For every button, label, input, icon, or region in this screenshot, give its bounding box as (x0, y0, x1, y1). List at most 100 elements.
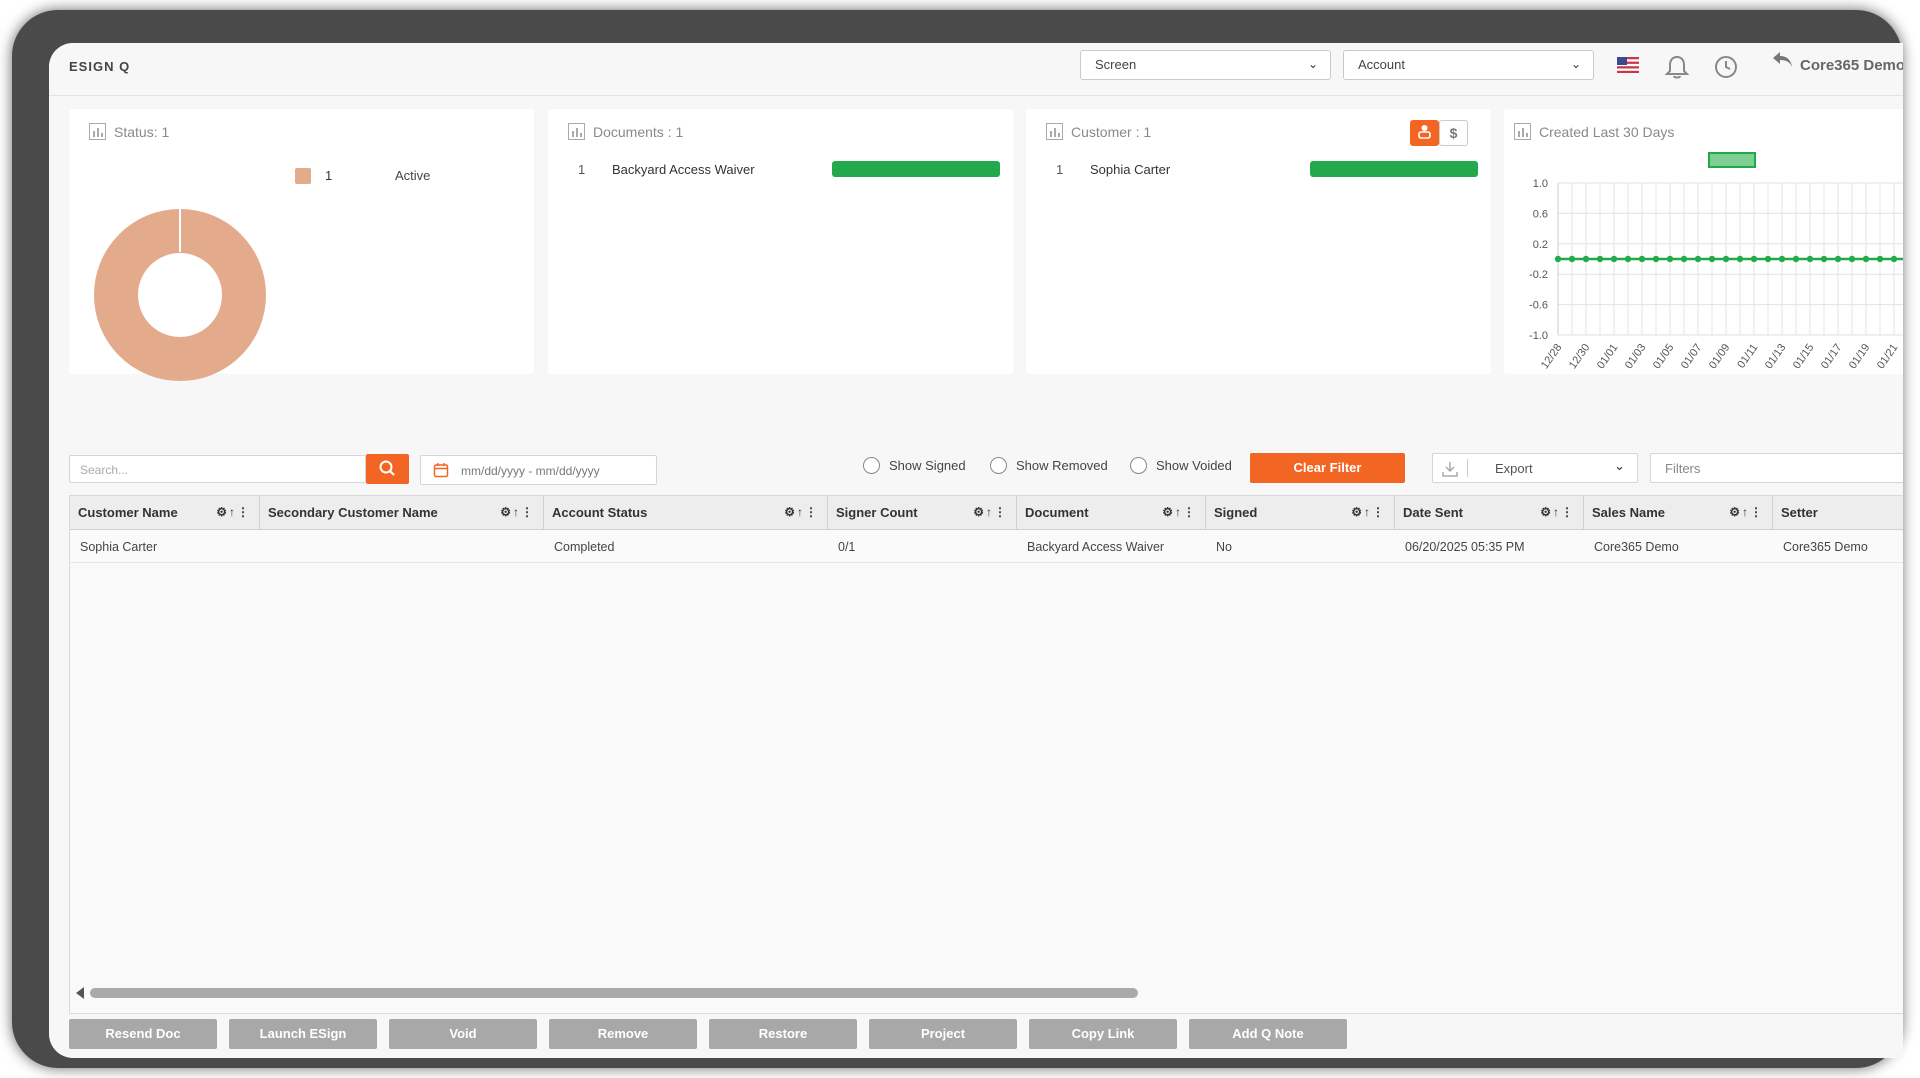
cell-document: Backyard Access Waiver (1027, 540, 1165, 554)
x-tick-label: 01/01 (1595, 342, 1621, 371)
customer-list-item[interactable]: 1 Sophia Carter (1056, 161, 1486, 177)
series-point (1750, 255, 1758, 263)
data-grid: Customer Name ⚙↑⋮ Secondary Customer Name… (69, 495, 1903, 1014)
documents-item-label: Backyard Access Waiver (612, 161, 755, 177)
column-header-customer-name[interactable]: Customer Name ⚙↑⋮ (70, 496, 260, 530)
column-header-setter[interactable]: Setter⚙↑ (1773, 496, 1903, 530)
cell-customer-name: Sophia Carter (80, 540, 158, 554)
donut-chart (94, 209, 266, 381)
bar-chart-icon (89, 123, 106, 140)
customer-card-title-text: Customer : 1 (1071, 123, 1152, 140)
show-voided-radio[interactable]: Show Voided (1130, 457, 1232, 474)
documents-item-number: 1 (578, 161, 586, 177)
customer-item-number: 1 (1056, 161, 1064, 177)
series-point (1862, 255, 1870, 263)
column-header-secondary-customer-name[interactable]: Secondary Customer Name ⚙↑⋮ (260, 496, 544, 530)
user-name[interactable]: Core365 Demo (1800, 57, 1903, 74)
table-row[interactable]: Sophia Carter Completed 0/1 Backyard Acc… (70, 530, 1903, 563)
search-button[interactable] (366, 454, 409, 484)
cell-sales-name: Core365 Demo (1594, 540, 1679, 554)
clear-filter-button[interactable]: Clear Filter (1250, 453, 1405, 483)
calendar-icon (433, 463, 449, 478)
column-header-signer-count[interactable]: Signer Count ⚙↑⋮ (828, 496, 1017, 530)
column-menu-icons[interactable]: ⚙↑⋮ (1351, 505, 1386, 519)
radio-circle (1130, 457, 1147, 474)
customer-item-bar (1310, 161, 1478, 177)
series-point (1820, 255, 1828, 263)
column-header-label: Customer Name (78, 505, 178, 520)
add-q-note-button[interactable]: Add Q Note (1189, 1019, 1347, 1049)
bell-icon[interactable] (1663, 53, 1691, 81)
column-menu-icons[interactable]: ⚙↑⋮ (973, 505, 1008, 519)
filters-select[interactable]: Filters (1650, 453, 1903, 483)
documents-card-title: Documents : 1 (568, 123, 683, 140)
export-select[interactable]: Export ⌄ (1432, 453, 1638, 483)
search-placeholder: Search... (80, 463, 129, 477)
x-tick-label: 12/28 (1539, 342, 1565, 371)
project-button[interactable]: Project (869, 1019, 1017, 1049)
void-button[interactable]: Void (389, 1019, 537, 1049)
bar-chart-icon (568, 123, 585, 140)
account-select[interactable]: Account ⌄ (1343, 50, 1594, 80)
column-header-label: Setter (1781, 505, 1818, 520)
documents-card-title-text: Documents : 1 (593, 123, 684, 140)
series-point (1806, 255, 1814, 263)
x-tick-label: 01/17 (1819, 342, 1845, 371)
y-tick-label: -0.2 (1529, 269, 1548, 281)
series-point (1890, 255, 1898, 263)
us-flag-icon[interactable] (1617, 57, 1639, 73)
column-header-label: Secondary Customer Name (268, 505, 438, 520)
show-removed-label: Show Removed (1016, 458, 1108, 473)
search-input[interactable]: Search... (69, 455, 366, 483)
cell-setter: Core365 Demo (1783, 540, 1868, 554)
column-header-label: Signed (1214, 505, 1258, 520)
column-header-account-status[interactable]: Account Status ⚙↑⋮ (544, 496, 828, 530)
column-header-label: Date Sent (1403, 505, 1463, 520)
back-arrow-icon[interactable] (1770, 49, 1794, 71)
column-header-label: Signer Count (836, 505, 918, 520)
amount-toggle-button[interactable]: $ (1439, 120, 1468, 146)
column-header-document[interactable]: Document ⚙↑⋮ (1017, 496, 1206, 530)
column-menu-icons[interactable]: ⚙↑⋮ (1729, 505, 1764, 519)
column-header-date-sent[interactable]: Date Sent ⚙↑⋮ (1395, 496, 1584, 530)
remove-button[interactable]: Remove (549, 1019, 697, 1049)
column-menu-icons[interactable]: ⚙↑⋮ (216, 505, 251, 519)
copy-link-button[interactable]: Copy Link (1029, 1019, 1177, 1049)
bar-chart-icon (1514, 123, 1531, 140)
x-tick-label: 01/13 (1763, 342, 1789, 371)
restore-button[interactable]: Restore (709, 1019, 857, 1049)
column-menu-icons[interactable]: ⚙↑⋮ (1162, 505, 1197, 519)
launch-esign-button[interactable]: Launch ESign (229, 1019, 377, 1049)
count-toggle-button[interactable] (1410, 120, 1439, 146)
series-point (1666, 255, 1674, 263)
show-removed-radio[interactable]: Show Removed (990, 457, 1108, 474)
scroll-left-arrow-icon[interactable] (76, 987, 84, 999)
resend-doc-button[interactable]: Resend Doc (69, 1019, 217, 1049)
horizontal-scrollbar-thumb[interactable] (90, 988, 1138, 998)
chevron-down-icon: ⌄ (1307, 57, 1318, 71)
created-line-chart: 1.00.60.2-0.2-0.6-1.012/28 12/30 01/01 01/0… (1529, 152, 1903, 371)
legend-swatch[interactable] (295, 168, 311, 184)
clock-icon[interactable] (1712, 53, 1740, 81)
series-point (1652, 255, 1660, 263)
show-signed-label: Show Signed (889, 458, 966, 473)
y-tick-label: -1.0 (1529, 330, 1548, 342)
documents-card: Documents : 1 1 Backyard Access Waiver (548, 109, 1013, 374)
column-header-signed[interactable]: Signed ⚙↑⋮ (1206, 496, 1395, 530)
brand-logo: ESIGN Q (69, 59, 131, 74)
series-point (1722, 255, 1730, 263)
documents-item-bar (832, 161, 1000, 177)
column-header-sales-name[interactable]: Sales Name ⚙↑⋮ (1584, 496, 1773, 530)
cell-account-status: Completed (554, 540, 615, 554)
created-card-title-text: Created Last 30 Days (1539, 123, 1675, 140)
series-point (1610, 255, 1618, 263)
column-menu-icons[interactable]: ⚙↑⋮ (500, 505, 535, 519)
series-point (1708, 255, 1716, 263)
column-menu-icons[interactable]: ⚙↑⋮ (1540, 505, 1575, 519)
date-range-input[interactable]: mm/dd/yyyy - mm/dd/yyyy (420, 455, 657, 485)
show-signed-radio[interactable]: Show Signed (863, 457, 966, 474)
show-voided-label: Show Voided (1156, 458, 1232, 473)
documents-list-item[interactable]: 1 Backyard Access Waiver (578, 161, 1008, 177)
column-menu-icons[interactable]: ⚙↑⋮ (784, 505, 819, 519)
screen-select[interactable]: Screen ⌄ (1080, 50, 1331, 80)
